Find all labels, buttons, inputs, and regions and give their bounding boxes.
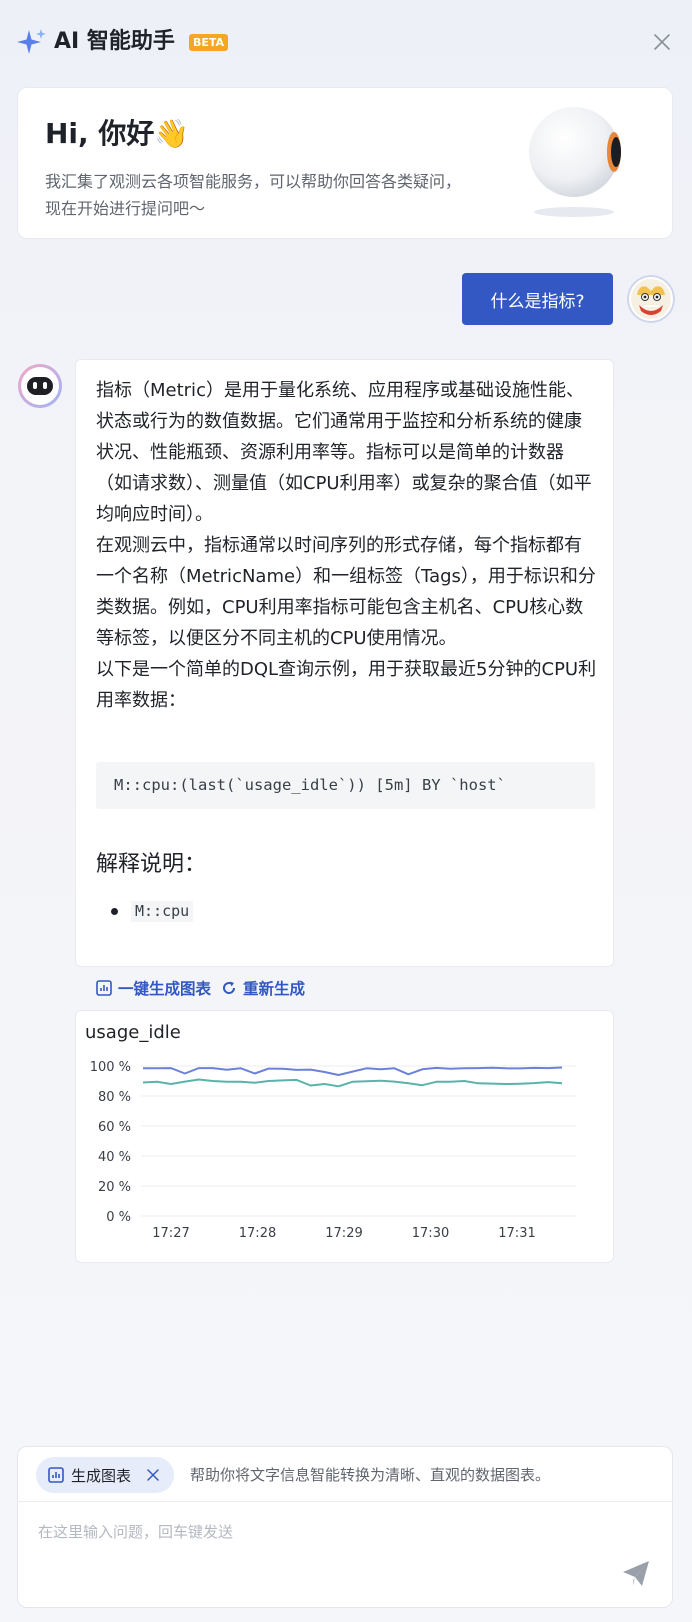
user-avatar (627, 275, 675, 323)
inline-code: M::cpu (131, 901, 194, 922)
generate-chart-tag[interactable]: 生成图表 (36, 1457, 174, 1493)
question-input[interactable] (38, 1523, 598, 1541)
close-icon[interactable] (652, 32, 672, 52)
x-tick-label: 17:31 (498, 1226, 535, 1241)
tag-hint: 帮助你将文字信息智能转换为清晰、直观的数据图表。 (190, 1466, 551, 1484)
regenerate-button[interactable]: 重新生成 (221, 977, 305, 999)
answer-paragraph: 以下是一个简单的DQL查询示例，用于获取最近5分钟的CPU利用率数据： (96, 659, 597, 711)
generate-chart-label: 一键生成图表 (118, 980, 212, 998)
input-box: 生成图表 帮助你将文字信息智能转换为清晰、直观的数据图表。 (17, 1446, 674, 1608)
header: AI 智能助手 BETA (0, 0, 692, 84)
explain-heading: 解释说明： (96, 852, 207, 877)
regenerate-label: 重新生成 (243, 980, 306, 998)
answer-text: 指标（Metric）是用于量化系统、应用程序或基础设施性能、状态或行为的数值数据… (96, 375, 598, 716)
x-tick-label: 17:28 (239, 1226, 276, 1241)
answer-actions: 一键生成图表 重新生成 (96, 975, 305, 1001)
code-block: M::cpu:(last(`usage_idle`)) [5m] BY `hos… (96, 762, 595, 809)
x-tick-label: 17:29 (325, 1226, 362, 1241)
greeting-description: 我汇集了观测云各项智能服务，可以帮助你回答各类疑问，现在开始进行提问吧～ (45, 172, 462, 218)
user-message-bubble: 什么是指标? (462, 273, 613, 325)
y-tick-label: 40 % (98, 1150, 131, 1165)
app-title: AI 智能助手 (54, 29, 175, 54)
answer-paragraph: 指标（Metric）是用于量化系统、应用程序或基础设施性能、状态或行为的数值数据… (96, 380, 592, 525)
generate-chart-button[interactable]: 一键生成图表 (96, 977, 211, 999)
y-tick-label: 20 % (98, 1180, 131, 1195)
bullet-dot (111, 908, 118, 915)
chart-card: usage_idle 100 % 80 % 60 % 40 % 20 % 0 % 17:27… (75, 1010, 614, 1263)
chart-icon (96, 980, 112, 996)
answer-paragraph: 在观测云中，指标通常以时间序列的形式存储，每个指标都有一个名称（MetricNa… (96, 535, 596, 649)
series-line-1 (142, 1078, 563, 1088)
line-chart: 100 % 80 % 60 % 40 % 20 % 0 % 17:27 17:28 17:29 1… (90, 1060, 576, 1241)
x-tick-label: 17:30 (412, 1226, 449, 1241)
divider (18, 1501, 674, 1502)
sparkle-icon (17, 29, 46, 54)
beta-badge: BETA (189, 34, 229, 51)
refresh-icon (223, 981, 236, 994)
y-tick-label: 80 % (98, 1090, 131, 1105)
greeting-card: Hi, 你好👋 我汇集了观测云各项智能服务，可以帮助你回答各类疑问，现在开始进行… (17, 87, 673, 239)
series-line-0 (143, 1066, 563, 1076)
y-tick-label: 60 % (98, 1120, 131, 1135)
bot-avatar (18, 364, 62, 408)
x-tick-label: 17:27 (152, 1226, 189, 1241)
answer-card: 指标（Metric）是用于量化系统、应用程序或基础设施性能、状态或行为的数值数据… (75, 359, 614, 967)
y-tick-label: 100 % (90, 1060, 131, 1075)
y-tick-label: 0 % (106, 1210, 131, 1225)
tag-label: 生成图表 (71, 1466, 132, 1485)
send-icon[interactable] (621, 1559, 651, 1589)
robot-mascot-icon (529, 107, 621, 217)
chart-icon (48, 1467, 64, 1483)
remove-tag-icon[interactable] (146, 1468, 160, 1482)
greeting-title: Hi, 你好👋 (45, 117, 190, 150)
